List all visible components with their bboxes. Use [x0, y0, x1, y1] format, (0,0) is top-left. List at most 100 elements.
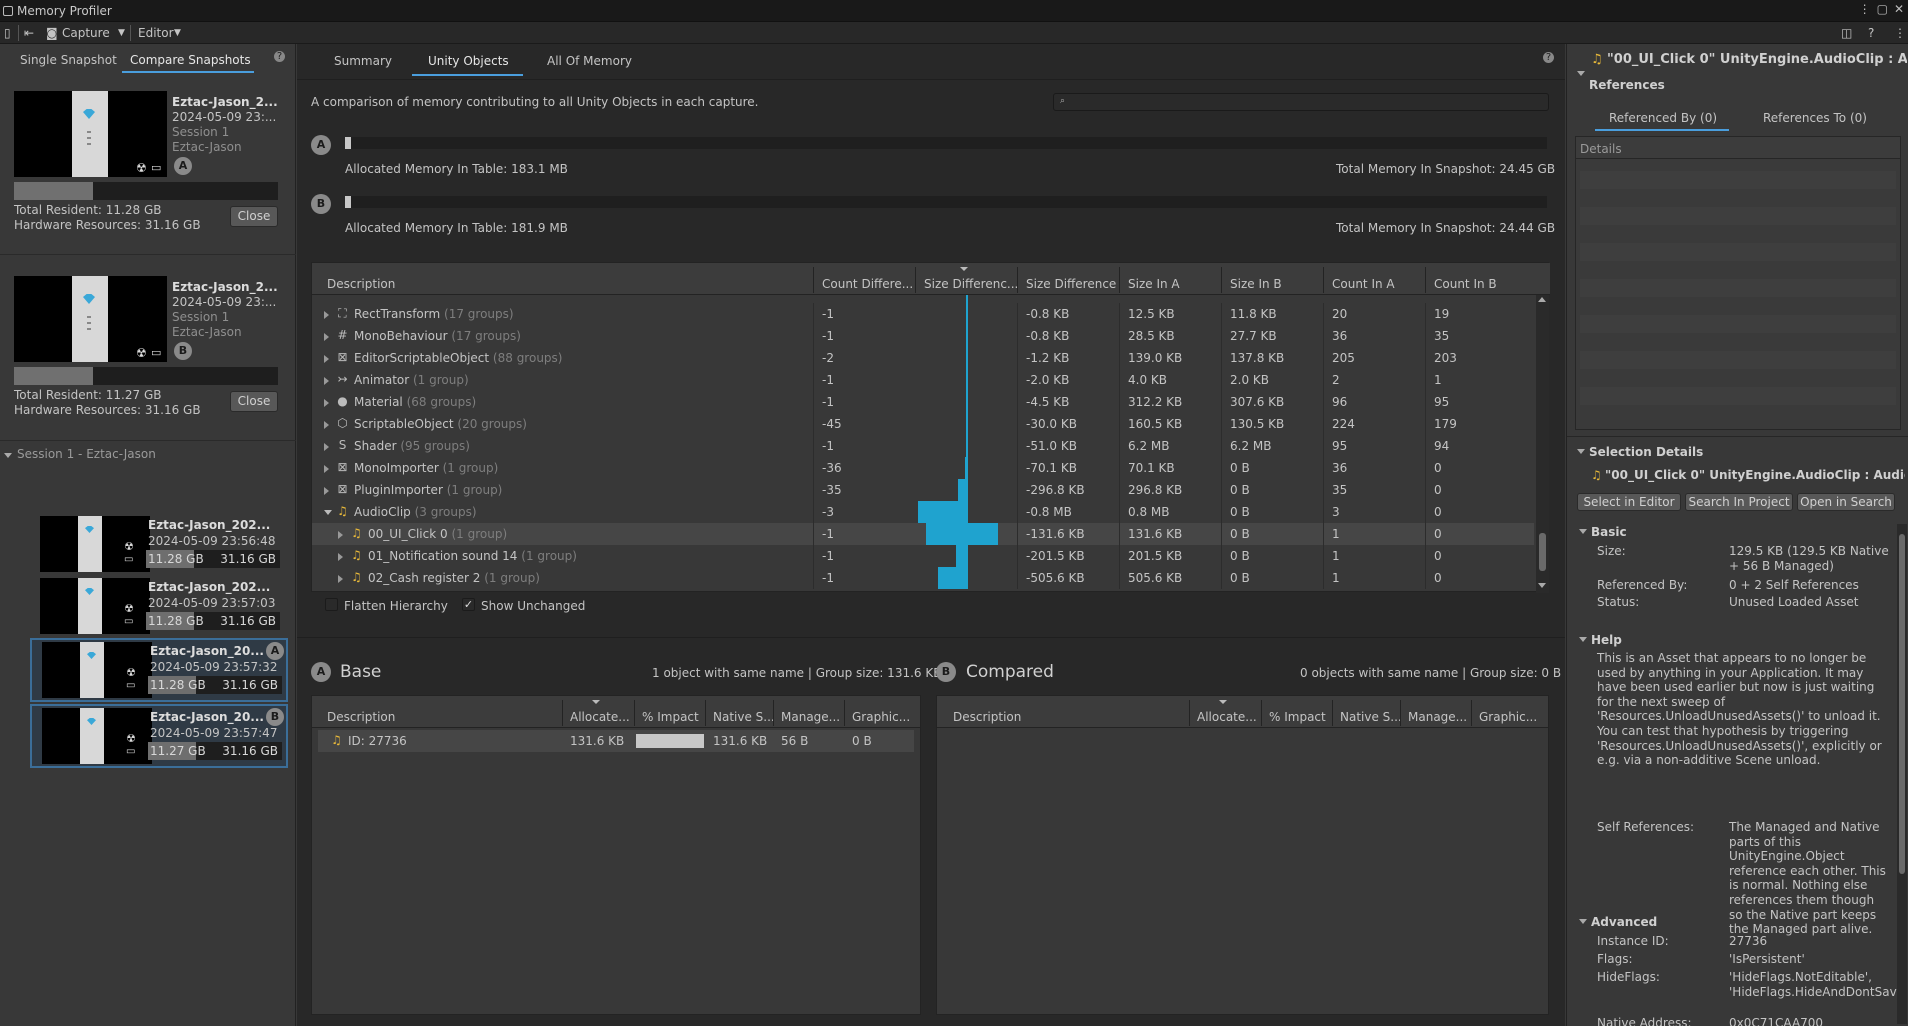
- tab-compare-snapshots[interactable]: Compare Snapshots: [130, 53, 251, 67]
- table-row[interactable]: ⊠ PluginImporter (1 group) -35 -296.8 KB 296…: [312, 479, 1534, 501]
- table-row[interactable]: ↣ Animator (1 group) -1 -2.0 KB 4.0 KB 2.0 KB…: [312, 369, 1534, 391]
- advanced-header[interactable]: Advanced: [1591, 915, 1657, 929]
- session-collapse-icon[interactable]: [4, 453, 12, 458]
- tab-single-snapshot[interactable]: Single Snapshot: [20, 53, 117, 67]
- help-icon[interactable]: ?: [1868, 24, 1874, 42]
- session-snapshot-item[interactable]: ☢ ▭ Eztac-Jason_20... 2024-05-09 23:57:32 11…: [30, 638, 288, 702]
- compared-col-managed[interactable]: Manage...: [1408, 710, 1467, 724]
- more-icon[interactable]: ⋮: [1894, 24, 1906, 42]
- editor-dropdown-icon[interactable]: ▼: [174, 24, 181, 42]
- select-in-editor-button[interactable]: Select in Editor: [1577, 493, 1681, 511]
- col-size-in-b[interactable]: Size In B: [1230, 277, 1282, 291]
- help-icon[interactable]: ?: [274, 51, 285, 62]
- search-in-project-button[interactable]: Search In Project: [1685, 493, 1793, 511]
- table-row[interactable]: ♫ 00_UI_Click 0 (1 group) -1 -131.6 KB 131.6…: [312, 523, 1534, 545]
- expand-toggle-icon[interactable]: [324, 311, 329, 319]
- menu-dots-icon[interactable]: ⋮: [1859, 2, 1871, 16]
- camera-icon[interactable]: ◙: [46, 24, 58, 42]
- table-row[interactable]: ♫ 01_Notification sound 14 (1 group) -1 -20…: [312, 545, 1534, 567]
- table-row[interactable]: ⊠ EditorScriptableObject (88 groups) -2 -1.…: [312, 347, 1534, 369]
- show-unchanged-checkbox[interactable]: ✓: [462, 598, 475, 611]
- col-size-in-a[interactable]: Size In A: [1128, 277, 1180, 291]
- basic-header[interactable]: Basic: [1591, 525, 1627, 539]
- session-snapshot-item[interactable]: ☢ ▭ Eztac-Jason_20... 2024-05-09 23:57:47 11…: [30, 704, 288, 768]
- help-icon[interactable]: ?: [1543, 52, 1554, 63]
- close-icon[interactable]: ✕: [1894, 2, 1904, 16]
- selection-collapse-icon[interactable]: [1577, 449, 1585, 454]
- base-col-allocated[interactable]: Allocate...: [570, 710, 630, 724]
- compared-col-description[interactable]: Description: [953, 710, 1021, 724]
- compared-col-graphics[interactable]: Graphic...: [1479, 710, 1537, 724]
- capture-button[interactable]: Capture: [62, 24, 110, 42]
- col-count-in-a[interactable]: Count In A: [1332, 277, 1395, 291]
- expand-toggle-icon[interactable]: [324, 333, 329, 341]
- type-icon: ⬡: [337, 416, 348, 430]
- base-col-graphics[interactable]: Graphic...: [852, 710, 910, 724]
- table-row[interactable]: ♫ AudioClip (3 groups) -3 -0.8 MB 0.8 MB 0 B3…: [312, 501, 1534, 523]
- tab-summary[interactable]: Summary: [334, 54, 392, 68]
- details-scrollbar[interactable]: [1897, 524, 1907, 1024]
- editor-target-dropdown[interactable]: Editor: [138, 24, 174, 42]
- help-collapse-icon[interactable]: [1579, 637, 1587, 642]
- expand-toggle-icon[interactable]: [338, 553, 343, 561]
- expand-toggle-icon[interactable]: [324, 377, 329, 385]
- expand-toggle-icon[interactable]: [324, 443, 329, 451]
- expand-toggle-icon[interactable]: [338, 531, 343, 539]
- table-row[interactable]: ⬡ ScriptableObject (20 groups) -45 -30.0 KB…: [312, 413, 1534, 435]
- compared-col-allocated[interactable]: Allocate...: [1197, 710, 1257, 724]
- flatten-hierarchy-checkbox[interactable]: [325, 598, 338, 611]
- capture-dropdown-icon[interactable]: ▼: [118, 24, 125, 42]
- expand-toggle-icon[interactable]: [324, 399, 329, 407]
- table-row[interactable]: S Shader (95 groups) -1 -51.0 KB 6.2 MB 6.2 M…: [312, 435, 1534, 457]
- table-row[interactable]: ⊠ MonoImporter (1 group) -36 -70.1 KB 70.1 K…: [312, 457, 1534, 479]
- advanced-collapse-icon[interactable]: [1579, 919, 1587, 924]
- close-snapshot-b-button[interactable]: Close: [230, 391, 278, 412]
- session-snapshot-item[interactable]: ☢ ▭ Eztac-Jason_202... 2024-05-09 23:56:48 1…: [30, 514, 288, 578]
- session-snapshot-item[interactable]: ☢ ▭ Eztac-Jason_202... 2024-05-09 23:57:03 1…: [30, 576, 288, 640]
- col-count-difference[interactable]: Count Differe...: [822, 277, 913, 291]
- base-row[interactable]: ♫ ID: 27736 131.6 KB 131.6 KB 56 B 0 B: [318, 730, 914, 752]
- tab-referenced-by[interactable]: Referenced By (0): [1609, 111, 1717, 125]
- scroll-up-icon[interactable]: [1538, 297, 1546, 302]
- scroll-down-icon[interactable]: [1538, 583, 1546, 588]
- expand-toggle-icon[interactable]: [324, 465, 329, 473]
- expand-toggle-icon[interactable]: [324, 510, 332, 515]
- compared-col-impact[interactable]: % Impact: [1269, 710, 1326, 724]
- basic-collapse-icon[interactable]: [1579, 529, 1587, 534]
- col-count-in-b[interactable]: Count In B: [1434, 277, 1497, 291]
- tab-unity-objects[interactable]: Unity Objects: [428, 54, 509, 68]
- col-size-difference[interactable]: Size Difference: [1026, 277, 1116, 291]
- expand-toggle-icon[interactable]: [338, 575, 343, 583]
- sidebar-toggle-icon[interactable]: ▯: [4, 24, 11, 42]
- help-header[interactable]: Help: [1591, 633, 1622, 647]
- expand-toggle-icon[interactable]: [324, 421, 329, 429]
- snapshot-b-resident-bar: [14, 367, 278, 385]
- details-column[interactable]: Details: [1580, 142, 1622, 156]
- expand-toggle-icon[interactable]: [324, 487, 329, 495]
- base-col-impact[interactable]: % Impact: [642, 710, 699, 724]
- compared-col-native[interactable]: Native S...: [1340, 710, 1402, 724]
- selection-details-header[interactable]: Selection Details: [1589, 445, 1703, 459]
- table-row[interactable]: ⛶ RectTransform (17 groups) -1 -0.8 KB 12.5 …: [312, 303, 1534, 325]
- col-size-difference-bar[interactable]: Size Differenc...: [924, 277, 1018, 291]
- tab-references-to[interactable]: References To (0): [1763, 111, 1867, 125]
- references-header[interactable]: References: [1589, 78, 1665, 92]
- expand-toggle-icon[interactable]: [324, 355, 329, 363]
- table-row[interactable]: ♫ 02_Cash register 2 (1 group) -1 -505.6 KB…: [312, 567, 1534, 589]
- maximize-icon[interactable]: ▢: [1877, 2, 1888, 16]
- base-col-description[interactable]: Description: [327, 710, 395, 724]
- table-scrollbar[interactable]: [1536, 295, 1549, 593]
- search-input[interactable]: ⌕: [1053, 93, 1549, 111]
- session-header[interactable]: Session 1 - Eztac-Jason: [17, 447, 156, 461]
- references-collapse-icon[interactable]: [1577, 71, 1585, 76]
- base-col-managed[interactable]: Manage...: [781, 710, 840, 724]
- table-row[interactable]: ● Material (68 groups) -1 -4.5 KB 312.2 KB 30…: [312, 391, 1534, 413]
- base-col-native[interactable]: Native S...: [713, 710, 775, 724]
- panel-layout-icon[interactable]: ◫: [1841, 24, 1852, 42]
- import-icon[interactable]: ⇤: [24, 24, 34, 42]
- tab-all-of-memory[interactable]: All Of Memory: [547, 54, 632, 68]
- table-row[interactable]: # MonoBehaviour (17 groups) -1 -0.8 KB 28.5 …: [312, 325, 1534, 347]
- open-in-search-button[interactable]: Open in Search: [1797, 493, 1895, 511]
- col-description[interactable]: Description: [327, 277, 395, 291]
- close-snapshot-a-button[interactable]: Close: [230, 206, 278, 227]
